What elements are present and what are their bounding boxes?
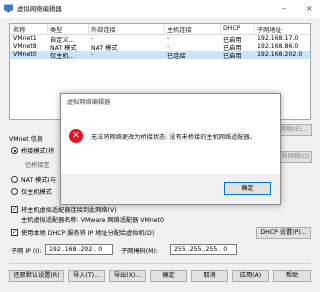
table-row[interactable]: VMnet8 NAT 模式 NAT 模式 - 已启用 192.168.86.0 [10, 43, 310, 52]
cancel-button[interactable]: 取消 [191, 270, 228, 282]
bridged-to-label: 已桥接至 [25, 162, 50, 169]
nat-mode-label: NAT 模式(与 [21, 177, 57, 184]
dialog-ok-button[interactable]: 确定 [224, 182, 271, 195]
col-header-dhcp[interactable]: DHCP [223, 25, 240, 32]
ok-button[interactable]: 确定 [150, 270, 187, 282]
col-header-subnet[interactable]: 子网地址 [257, 25, 282, 34]
cell-subnet: 192.168.86.0 [257, 43, 299, 50]
help-button[interactable]: 帮助 [273, 270, 311, 282]
window-title: 虚拟网络编辑器 [17, 5, 62, 13]
col-header-external[interactable]: 外部连接 [91, 25, 116, 34]
subnet-ip-label: 子网 IP (I): [11, 248, 42, 255]
subnet-mask-field[interactable]: 255 .255 .255 . 0 [170, 244, 237, 255]
connect-adapter-label: 将主机虚拟适配器连接到此网络(V) [21, 207, 117, 214]
cell-external: - [91, 35, 94, 42]
cell-type: 仅主机... [50, 53, 75, 60]
bridge-mode-label: 桥接模式(将 [21, 148, 55, 155]
table-row-selected[interactable]: VMnet0 仅主机... - 已连接 已启用 192.168.202.0 [10, 51, 310, 60]
dialog-body [61, 110, 280, 174]
cell-host: - [167, 43, 170, 50]
subnet-ip-field[interactable]: 192 .168 .202 . 0 [45, 244, 113, 255]
host-only-radio[interactable] [11, 188, 18, 195]
title-bar: 虚拟网络编辑器 – × [0, 0, 320, 18]
adapter-name-label: 主机虚拟适配器名称: VMware 网络适配器 VMnet0 [21, 217, 164, 224]
error-icon: ✕ [69, 129, 83, 143]
table-header: 名称 类型 外部连接 主机连接 DHCP 子网地址 [10, 24, 310, 35]
col-header-host[interactable]: 主机连接 [167, 25, 192, 34]
divider [9, 263, 311, 264]
dialog-title: 虚拟网络编辑器 [67, 99, 111, 106]
restore-defaults-button[interactable]: 还原默认设置(R) [9, 270, 64, 282]
col-header-type[interactable]: 类型 [50, 25, 62, 34]
table-row[interactable]: VMnet1 自定义... - - 已启用 192.168.17.0 [10, 35, 310, 44]
export-button[interactable]: 导出(X)... [109, 270, 146, 282]
minimize-icon[interactable]: – [282, 4, 286, 13]
cell-name: VMnet1 [13, 35, 37, 42]
error-dialog: 虚拟网络编辑器 ✕ 无法将网络更改为桥接状态: 没有未桥接的主机网络适配器。 确… [60, 93, 281, 205]
cell-name: VMnet8 [13, 43, 37, 50]
network-app-icon [4, 4, 13, 13]
use-dhcp-checkbox[interactable]: ✓ [11, 229, 18, 236]
cell-dhcp: 已启用 [223, 53, 242, 60]
cell-external: - [91, 51, 94, 58]
vmnet-info-heading: VMnet 信息 [9, 136, 44, 143]
host-only-label: 仅主机模式 [21, 189, 52, 196]
bridge-mode-radio[interactable] [11, 147, 18, 154]
connect-adapter-checkbox[interactable]: ✓ [11, 206, 18, 213]
cell-subnet: 192.168.17.0 [257, 35, 299, 42]
nat-mode-radio[interactable] [11, 176, 18, 183]
dialog-message: 无法将网络更改为桥接状态: 没有未桥接的主机网络适配器。 [91, 134, 256, 141]
close-icon[interactable]: × [306, 4, 313, 13]
cell-name: VMnet0 [13, 51, 37, 58]
subnet-mask-label: 子网掩码(M): [121, 248, 159, 255]
cell-host: 已连接 [167, 53, 186, 60]
dhcp-settings-button[interactable]: DHCP 设置(P)... [256, 227, 311, 239]
apply-button[interactable]: 应用(A) [232, 270, 269, 282]
cell-host: - [167, 35, 170, 42]
use-dhcp-label: 使用本地 DHCP 服务将 IP 地址分配给虚拟机(D) [21, 230, 155, 237]
cell-subnet: 192.168.202.0 [257, 51, 303, 58]
col-header-name[interactable]: 名称 [13, 25, 25, 34]
import-button[interactable]: 导入(T)... [68, 270, 105, 282]
